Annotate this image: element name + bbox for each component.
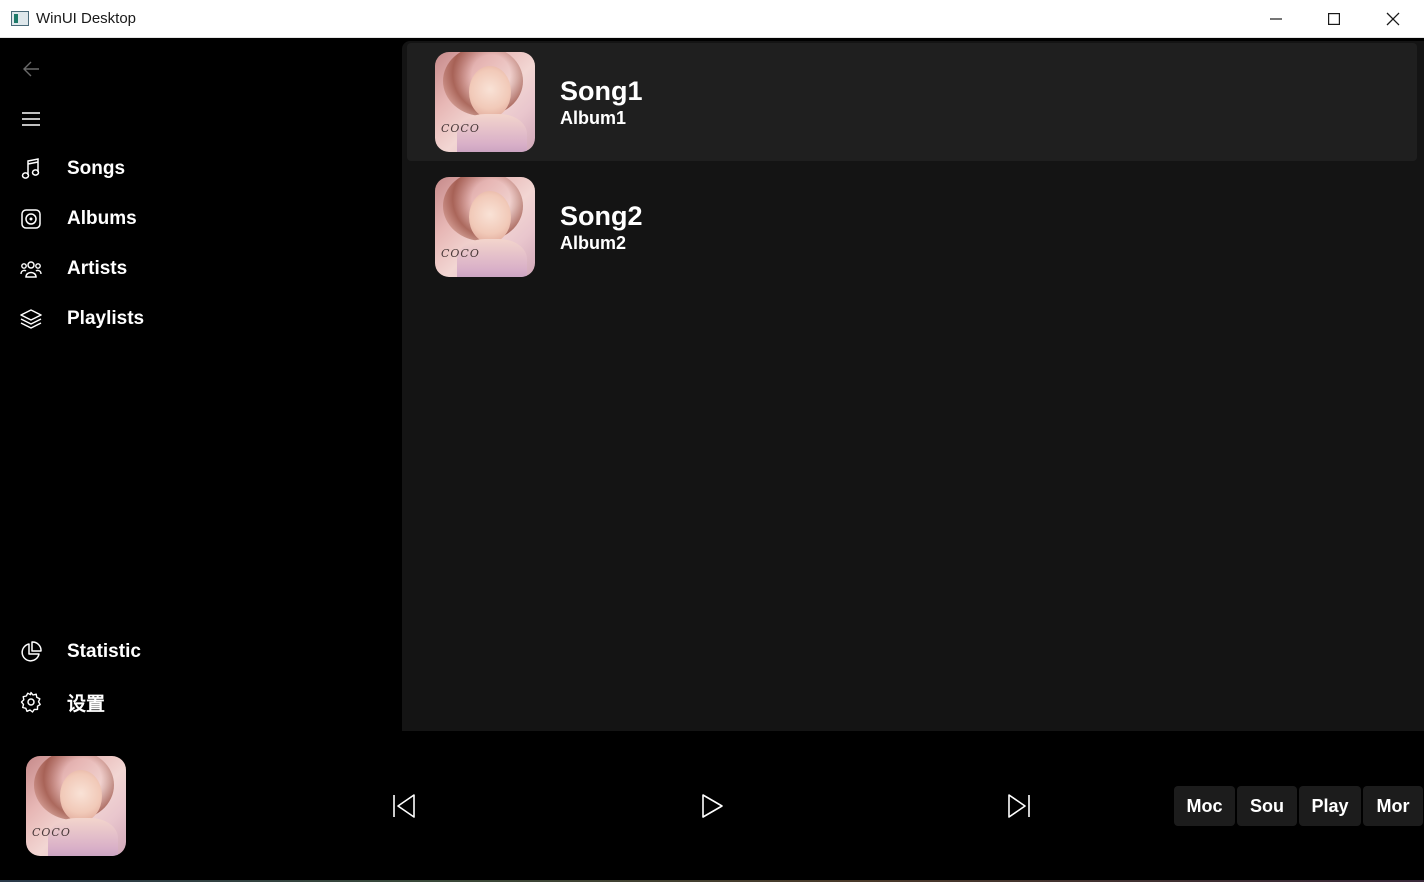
maximize-button[interactable] — [1305, 0, 1363, 38]
play-icon — [702, 794, 723, 818]
cover-logo-text: COCO — [441, 122, 480, 135]
nav-item-artists[interactable]: Artists — [6, 247, 396, 291]
next-button[interactable] — [999, 786, 1039, 826]
album-cover-image: COCO — [435, 52, 535, 152]
more-button[interactable]: Mor — [1363, 786, 1423, 826]
now-playing-cover[interactable]: COCO — [26, 756, 126, 856]
back-button[interactable] — [12, 50, 50, 88]
hamburger-icon — [22, 112, 40, 126]
close-button[interactable] — [1364, 0, 1422, 38]
nav-item-albums[interactable]: Albums — [6, 197, 396, 241]
song-album: Album2 — [560, 232, 627, 253]
nav-item-label: Albums — [67, 208, 137, 229]
layers-icon — [12, 300, 50, 338]
previous-button[interactable] — [384, 786, 424, 826]
nav-item-statistic[interactable]: Statistic — [6, 630, 396, 674]
close-icon — [1386, 12, 1400, 26]
skip-previous-icon — [393, 794, 415, 818]
song-title: Song1 — [560, 75, 643, 106]
song-album: Album1 — [560, 107, 627, 128]
skip-next-icon — [1008, 794, 1030, 818]
hamburger-menu-button[interactable] — [12, 100, 50, 138]
album-cover-image: COCO — [435, 177, 535, 277]
song-title: Song2 — [560, 200, 643, 231]
minimize-button[interactable] — [1247, 0, 1305, 38]
app-icon — [11, 11, 29, 26]
gear-icon — [12, 683, 50, 721]
title-bar: WinUI Desktop — [0, 0, 1424, 38]
back-arrow-icon — [23, 61, 39, 77]
song-list-panel: COCO Song1 Album1 COCO Song2 Album2 — [402, 41, 1424, 731]
navigation-pane: Songs Albums Artists Playlists Statistic… — [0, 38, 402, 732]
nav-item-label: 设置 — [67, 693, 106, 715]
nav-item-songs[interactable]: Songs — [6, 147, 396, 191]
nav-item-label: Artists — [67, 258, 128, 279]
music-note-icon — [12, 150, 50, 188]
maximize-icon — [1328, 13, 1340, 25]
play-button[interactable] — [692, 786, 732, 826]
sound-button[interactable]: Sou — [1237, 786, 1297, 826]
nav-item-label: Songs — [67, 158, 126, 179]
pie-chart-icon — [12, 633, 50, 671]
song-list-item[interactable]: COCO Song2 Album2 — [407, 168, 1417, 286]
nav-item-settings[interactable]: 设置 — [6, 680, 396, 724]
mode-button[interactable]: Moc — [1174, 786, 1235, 826]
playlist-button[interactable]: Play — [1299, 786, 1361, 826]
album-icon — [12, 200, 50, 238]
nav-item-label: Playlists — [67, 308, 145, 329]
window-title: WinUI Desktop — [36, 10, 137, 27]
nav-item-playlists[interactable]: Playlists — [6, 297, 396, 341]
cover-logo-text: COCO — [441, 247, 480, 260]
people-icon — [12, 250, 50, 288]
cover-logo-text: COCO — [32, 826, 71, 839]
song-list-item[interactable]: COCO Song1 Album1 — [407, 43, 1417, 161]
nav-item-label: Statistic — [67, 641, 141, 662]
minimize-icon — [1270, 18, 1282, 20]
